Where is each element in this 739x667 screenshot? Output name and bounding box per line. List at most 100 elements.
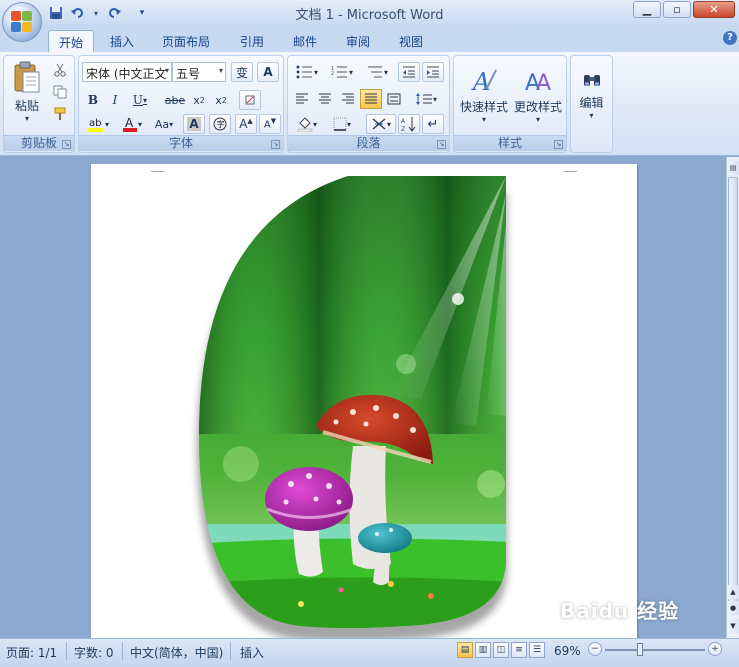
maximize-button[interactable]: ▫ <box>663 1 691 18</box>
shading-button[interactable]: ▾ <box>291 114 323 134</box>
align-center-button[interactable] <box>314 89 336 109</box>
zoom-level[interactable]: 69% <box>554 644 581 658</box>
copy-button[interactable] <box>50 82 70 102</box>
zoom-out-icon[interactable]: − <box>588 642 602 656</box>
tab-review[interactable]: 审阅 <box>336 30 380 52</box>
tab-insert[interactable]: 插入 <box>100 30 144 52</box>
paragraph-group-label: 段落 <box>288 135 449 151</box>
font-dialog-launcher[interactable]: ↘ <box>271 140 280 149</box>
font-name-value: 宋体 (中文正文 <box>86 67 167 81</box>
superscript-button[interactable]: x2 <box>211 90 231 110</box>
bold-button[interactable]: B <box>83 90 103 110</box>
editing-button[interactable]: 编辑 ▾ <box>573 60 610 130</box>
increase-indent-button[interactable] <box>422 62 444 82</box>
subscript-button[interactable]: x2 <box>189 90 209 110</box>
close-button[interactable]: ✕ <box>693 1 735 18</box>
show-marks-button[interactable]: ↵ <box>422 114 444 134</box>
minimize-button[interactable]: ▁ <box>633 1 661 18</box>
styles-group-label: 样式 <box>454 135 566 151</box>
insert-mode-status[interactable]: 插入 <box>240 644 264 661</box>
font-name-combo[interactable]: 宋体 (中文正文 ▾ <box>82 62 172 82</box>
tab-mailings[interactable]: 邮件 <box>283 30 327 52</box>
page-count[interactable]: 页面: 1/1 <box>6 644 57 661</box>
decrease-indent-button[interactable] <box>398 62 420 82</box>
line-spacing-button[interactable]: ▾ <box>410 89 442 109</box>
strikethrough-button[interactable]: abe <box>163 90 187 110</box>
increase-indent-icon <box>427 66 439 78</box>
font-color-button[interactable]: A ▾ <box>117 114 147 134</box>
scroll-thumb[interactable] <box>728 177 738 602</box>
cut-button[interactable] <box>50 60 70 80</box>
document-area <box>0 157 726 638</box>
full-screen-reading-view-icon[interactable]: ▥ <box>475 642 491 658</box>
paste-button[interactable]: 粘贴 ▾ <box>8 60 46 124</box>
multilevel-list-button[interactable]: ▾ <box>361 62 393 82</box>
align-right-button[interactable] <box>337 89 359 109</box>
chevron-down-icon: ▾ <box>218 66 223 75</box>
ruler-toggle-icon[interactable]: ▤ <box>727 161 739 175</box>
change-case-dropdown[interactable]: Aa ▾ <box>149 114 179 134</box>
shrink-font-button[interactable]: A▼ <box>259 114 281 134</box>
chevron-down-icon: ▾ <box>104 119 109 129</box>
paragraph-dialog-launcher[interactable]: ↘ <box>437 140 446 149</box>
draft-view-icon[interactable]: ☰ <box>529 642 545 658</box>
clipboard-dialog-launcher[interactable]: ↘ <box>62 140 71 149</box>
align-left-icon <box>296 93 308 104</box>
help-icon[interactable]: ? <box>723 31 737 45</box>
numbering-button[interactable]: 1 2 ▾ <box>326 62 358 82</box>
teardrop-picture[interactable] <box>91 164 637 638</box>
zoom-slider-knob[interactable] <box>637 643 643 656</box>
line-spacing-icon <box>415 93 432 105</box>
clear-formatting-button[interactable]: A <box>257 62 279 82</box>
zoom-slider[interactable] <box>605 649 705 651</box>
distributed-button[interactable] <box>383 89 405 109</box>
outline-view-icon[interactable]: ≡ <box>511 642 527 658</box>
sort-icon: AZ <box>401 117 416 132</box>
borders-button[interactable]: ▾ <box>326 114 358 134</box>
highlight-button[interactable]: ab ▾ <box>83 114 113 134</box>
clipboard-group: 粘贴 ▾ 剪贴板 ↘ <box>3 55 75 153</box>
phonetic-guide-button[interactable]: 变 <box>231 62 253 82</box>
format-painter-button[interactable] <box>50 104 70 124</box>
styles-dialog-launcher[interactable]: ↘ <box>554 140 563 149</box>
scroll-down-icon[interactable]: ▼ <box>727 619 739 633</box>
character-shading-icon: A <box>187 117 201 131</box>
ribbon-tabs: 开始 插入 页面布局 引用 邮件 审阅 视图 <box>0 26 739 52</box>
character-shading-button[interactable]: A <box>183 114 205 134</box>
italic-button[interactable]: I <box>105 90 125 110</box>
language-status[interactable]: 中文(简体，中国) <box>130 644 223 661</box>
font-color-icon: A <box>122 116 137 132</box>
change-case-button[interactable] <box>239 90 261 110</box>
office-button[interactable] <box>2 2 42 42</box>
print-layout-view-icon[interactable]: ▤ <box>457 642 473 658</box>
align-center-icon <box>319 93 331 104</box>
bullets-button[interactable]: ▾ <box>291 62 323 82</box>
change-styles-button[interactable]: A A 更改样式 ▾ <box>512 60 564 130</box>
align-left-button[interactable] <box>291 89 313 109</box>
word-count[interactable]: 字数: 0 <box>74 644 114 661</box>
chinese-layout-button[interactable]: ▾ <box>366 114 396 134</box>
justify-button[interactable] <box>360 89 382 109</box>
web-layout-view-icon[interactable]: ◫ <box>493 642 509 658</box>
zoom-in-icon[interactable]: + <box>708 642 722 656</box>
paste-label: 粘贴 <box>14 99 39 113</box>
scroll-up-icon[interactable]: ▲ <box>727 585 739 599</box>
tab-view[interactable]: 视图 <box>389 30 433 52</box>
svg-text:2: 2 <box>331 71 334 77</box>
select-browse-object-icon[interactable]: ● <box>727 601 739 615</box>
tab-page-layout[interactable]: 页面布局 <box>152 30 220 52</box>
change-styles-label: 更改样式 <box>513 100 562 114</box>
editing-label: 编辑 <box>579 96 604 110</box>
tab-references[interactable]: 引用 <box>230 30 274 52</box>
quick-styles-button[interactable]: A 快速样式 ▾ <box>458 60 510 130</box>
tab-home[interactable]: 开始 <box>48 30 95 52</box>
vertical-scrollbar[interactable]: ▤ ▲ ● ▼ <box>726 157 739 638</box>
window-title: 文档 1 - Microsoft Word <box>295 8 444 23</box>
enclose-characters-button[interactable]: 字 <box>209 114 231 134</box>
sort-button[interactable]: AZ <box>398 114 420 134</box>
grow-font-button[interactable]: A▲ <box>235 114 257 134</box>
office-logo-icon <box>11 11 33 33</box>
underline-button[interactable]: U ▾ <box>127 90 153 110</box>
font-size-combo[interactable]: 五号 ▾ <box>172 62 226 82</box>
document-page[interactable] <box>91 164 637 638</box>
